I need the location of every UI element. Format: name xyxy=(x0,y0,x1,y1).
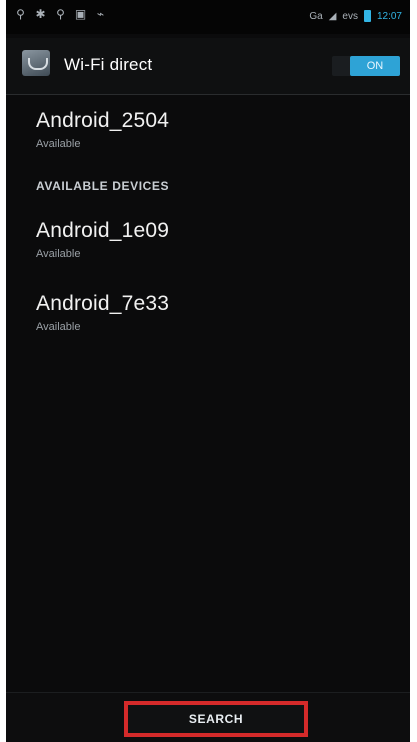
alarm-icon: ⌁ xyxy=(96,7,105,21)
device-name: Android_7e33 xyxy=(36,292,170,315)
battery-icon xyxy=(363,10,371,22)
signal-icon: ◢ xyxy=(328,10,337,22)
page-title: Wi-Fi direct xyxy=(64,55,153,74)
wifi-direct-toggle[interactable]: ON xyxy=(332,56,400,76)
status-bar: ⚲ ✱ ⚲ ▣ ⌁ Ga ◢ evs 12:07 xyxy=(6,0,410,34)
device-name: Android_2504 xyxy=(36,109,170,132)
device-status: Available xyxy=(36,248,81,260)
device-item[interactable]: Android_2504 Available xyxy=(36,108,376,150)
search-button[interactable]: SEARCH xyxy=(124,701,308,737)
device-status: Available xyxy=(36,321,81,333)
notification-icons: ⚲ ✱ ⚲ ▣ ⌁ xyxy=(14,8,107,21)
device-status: Available xyxy=(36,138,81,150)
signal-text: evs xyxy=(342,10,358,22)
device-item[interactable]: Android_7e33 Available xyxy=(36,291,376,333)
wifi-settings-icon[interactable] xyxy=(22,50,50,76)
usb-icon: ⚲ xyxy=(16,7,25,21)
bottom-bar: SEARCH xyxy=(6,692,410,742)
android-icon: ✱ xyxy=(35,7,46,21)
device-item[interactable]: Android_1e09 Available xyxy=(36,218,376,260)
device-name: Android_1e09 xyxy=(36,219,170,242)
image-icon: ▣ xyxy=(74,7,87,21)
section-header-available: AVAILABLE DEVICES xyxy=(36,179,170,193)
network-type: Ga xyxy=(309,10,323,22)
action-bar: Wi-Fi direct ON xyxy=(6,38,410,95)
clock: 12:07 xyxy=(376,10,402,22)
toggle-label: ON xyxy=(350,56,400,76)
usb-icon: ⚲ xyxy=(56,7,65,21)
status-indicators: Ga ◢ evs 12:07 xyxy=(309,10,402,22)
phone-screen: ⚲ ✱ ⚲ ▣ ⌁ Ga ◢ evs 12:07 Wi-Fi direct ON… xyxy=(6,0,410,742)
device-list: Android_2504 Available AVAILABLE DEVICES… xyxy=(6,96,410,696)
